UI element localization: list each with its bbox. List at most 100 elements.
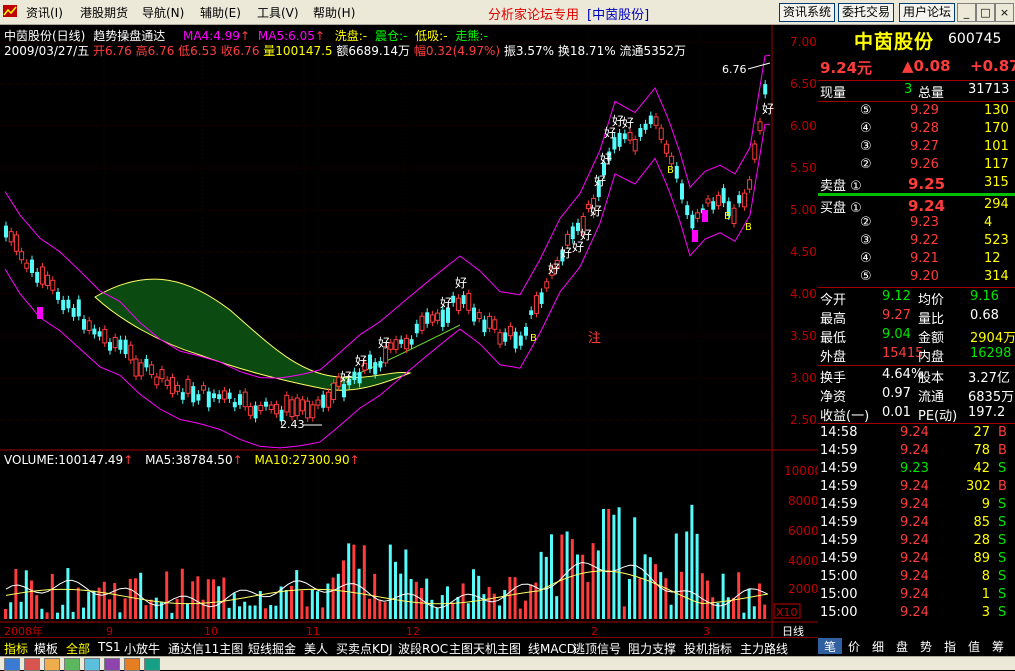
menu-hk-futures[interactable]: 港股期货 (80, 4, 128, 21)
stat-row: 最高 9.27 量比 0.68 (818, 308, 1015, 327)
toolbar-icon[interactable] (44, 658, 60, 671)
bar-change: 幅0.32(4.97%) (413, 44, 501, 58)
tick-volume: 78 (973, 443, 990, 458)
ma4-value: MA4:4.99 (183, 29, 241, 43)
tick-row: 14:59 9.24 302 B (818, 479, 1015, 497)
bar-open: 开6.76 (93, 44, 132, 58)
tab-ts1[interactable]: TS1 (98, 640, 121, 654)
ask-price: 9.25 (908, 175, 946, 193)
tick-price: 9.24 (900, 443, 929, 458)
price-tick: 4.50 (790, 245, 817, 259)
menu-tools[interactable]: 工具(V) (257, 4, 299, 21)
panel-tab-chips[interactable]: 筹 (986, 638, 1010, 654)
toolbar-icon[interactable] (104, 658, 120, 671)
maximize-button[interactable]: □ (976, 3, 995, 22)
toolbar-icon[interactable] (24, 658, 40, 671)
bid-level: ② (860, 215, 872, 230)
tab-xiaofangniu[interactable]: 小放牛 (124, 640, 160, 657)
panel-tab-price[interactable]: 价 (842, 638, 866, 654)
stat-value: 3.27亿 (968, 371, 1010, 386)
svg-text:好: 好 (560, 246, 572, 260)
stat-label: 今开 (820, 293, 847, 308)
volume-ma5: MA5:38784.50 (145, 453, 233, 467)
stat-row: 最低 9.04 金额 2904万 (818, 327, 1015, 346)
tick-side: S (998, 533, 1007, 548)
stat-row: 换手 4.64% 股本 3.27亿 (818, 367, 1015, 386)
tick-volume: 8 (981, 569, 990, 584)
tab-macd[interactable]: 线MACD (528, 640, 576, 657)
tab-resistance[interactable]: 阻力支撑 (628, 640, 676, 657)
svg-text:好: 好 (762, 102, 774, 116)
panel-tab-value[interactable]: 值 (962, 638, 986, 654)
panel-tab-detail[interactable]: 细 (866, 638, 890, 654)
trade-button[interactable]: 委托交易 (838, 3, 894, 22)
tick-volume: 27 (973, 425, 990, 440)
kline-chart[interactable]: 好好好好好好好 好好好好好好好好好BBBB 7.00 6.50 6.00 5.50… (0, 25, 818, 637)
tick-side: S (998, 461, 1007, 476)
ask-level: ④ (860, 121, 872, 136)
panel-tab-index[interactable]: 指 (938, 638, 962, 654)
tick-price: 9.24 (900, 425, 929, 440)
toolbar-icon[interactable] (84, 658, 100, 671)
close-button[interactable]: × (995, 3, 1014, 22)
minimize-button[interactable]: _ (957, 3, 976, 22)
stat-row: 净资 0.97 流通 6835万 (818, 386, 1015, 405)
bid-level: ③ (860, 233, 872, 248)
tab-speculation[interactable]: 投机指标 (684, 640, 732, 657)
tab-all[interactable]: 全部 (66, 640, 90, 657)
volume-tick: 2000 (788, 582, 818, 596)
volume-tick: 6000 (788, 524, 818, 538)
tick-price: 9.24 (900, 551, 929, 566)
user-forum-button[interactable]: 用户论坛 (899, 3, 955, 22)
tab-meiren[interactable]: 美人 (304, 640, 328, 657)
bid-row: ③ 9.22 523 (818, 233, 1015, 251)
volume-tick: 8000 (788, 494, 818, 508)
price-tick: 5.00 (790, 203, 817, 217)
time-label: 2 (591, 625, 598, 637)
stat-label: 净资 (820, 390, 847, 405)
tab-short-gold[interactable]: 短线掘金 (248, 640, 296, 657)
menu-info[interactable]: 资讯(I) (26, 4, 63, 21)
flag-low-buy: 低吸:- (415, 29, 448, 43)
tab-kdj[interactable]: 买卖点KDJ (336, 640, 393, 657)
tick-row: 14:58 9.24 27 B (818, 425, 1015, 443)
ask-row: ③ 9.27 101 (818, 139, 1015, 157)
panel-tab-board[interactable]: 盘 (890, 638, 914, 654)
menu-help[interactable]: 帮助(H) (313, 4, 355, 21)
ask-price: 9.29 (910, 103, 939, 118)
toolbar-icon[interactable] (64, 658, 80, 671)
panel-tab-trades[interactable]: 笔 (818, 638, 842, 654)
zongliang-value: 31713 (968, 82, 1010, 97)
toolbar-icon[interactable] (144, 658, 160, 671)
stat-label: 流通 (918, 390, 945, 405)
tick-price: 9.24 (900, 533, 929, 548)
toolbar-icon[interactable] (124, 658, 140, 671)
stat-label: 最低 (820, 331, 847, 346)
bid-price: 9.24 (908, 197, 946, 215)
tab-tdx11[interactable]: 通达信11主图 (168, 640, 243, 657)
stat-label: 股本 (918, 371, 945, 386)
tab-indicator[interactable]: 指标 (4, 640, 28, 657)
forum-title: 分析家论坛专用 (488, 8, 580, 23)
tab-main-route[interactable]: 主力路线 (740, 640, 788, 657)
tab-tianji[interactable]: 主图天机主图 (449, 640, 521, 657)
bid-volume: 314 (984, 269, 1009, 284)
info-system-button[interactable]: 资讯系统 (779, 3, 835, 22)
volume-info-line: VOLUME:100147.49↑ MA5:38784.50↑ MA10:273… (4, 453, 360, 467)
bar-turnover: 换18.71% (557, 44, 616, 58)
bid-row: ④ 9.21 12 (818, 251, 1015, 269)
current-price: 9.24元 (820, 59, 873, 77)
zongliang-label: 总量 (918, 86, 945, 101)
menu-navigate[interactable]: 导航(N) (142, 4, 184, 21)
menu-assist[interactable]: 辅助(E) (200, 4, 241, 21)
panel-tab-bar: 笔 价 细 盘 势 指 值 筹 (818, 637, 1015, 655)
toolbar-icon[interactable] (4, 658, 20, 671)
tab-template[interactable]: 模板 (34, 640, 58, 657)
tab-top-escape[interactable]: 逃顶信号 (573, 640, 621, 657)
tick-row: 14:59 9.24 28 S (818, 533, 1015, 551)
panel-tab-trend[interactable]: 势 (914, 638, 938, 654)
stat-value: 16298 (970, 346, 1012, 361)
tick-row: 14:59 9.23 42 S (818, 461, 1015, 479)
tab-roc[interactable]: 波段ROC (398, 640, 448, 657)
ask-level: ③ (860, 139, 872, 154)
